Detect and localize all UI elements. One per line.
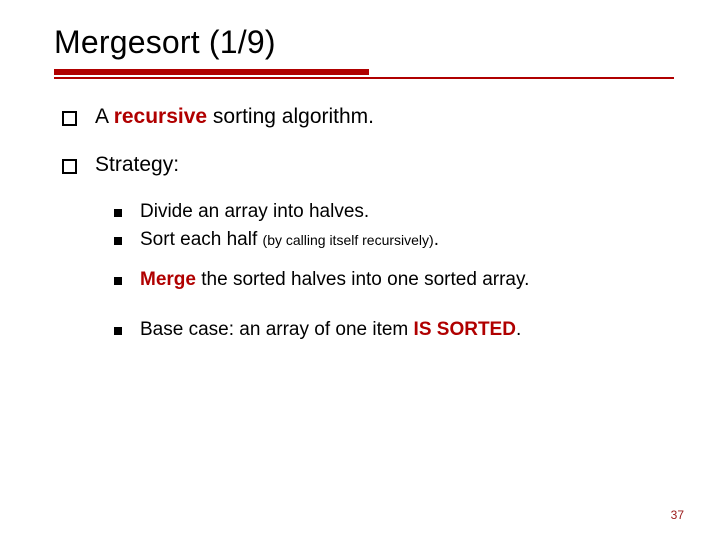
text: Base case: an array of one item bbox=[140, 319, 414, 340]
sub-bullets: Divide an array into halves. Sort each h… bbox=[114, 201, 680, 341]
square-bullet-icon bbox=[114, 277, 122, 285]
bullet-level2: Sort each half (by calling itself recurs… bbox=[114, 229, 680, 251]
bullet-level2: Merge the sorted halves into one sorted … bbox=[114, 269, 680, 291]
bullet-text: A recursive sorting algorithm. bbox=[95, 105, 374, 129]
title-rule-thick bbox=[54, 69, 369, 75]
bullet-text: Base case: an array of one item IS SORTE… bbox=[140, 319, 521, 341]
text-emphasis: IS SORTED bbox=[414, 319, 516, 340]
text: sorting algorithm. bbox=[207, 105, 374, 128]
text: . bbox=[434, 229, 439, 250]
text-emphasis: Merge bbox=[140, 269, 196, 290]
text: . bbox=[516, 319, 521, 340]
bullet-level2: Divide an array into halves. bbox=[114, 201, 680, 223]
square-bullet-icon bbox=[114, 237, 122, 245]
bullet-level2: Base case: an array of one item IS SORTE… bbox=[114, 319, 680, 341]
text-emphasis: recursive bbox=[114, 105, 207, 128]
square-bullet-icon bbox=[114, 209, 122, 217]
slide: Mergesort (1/9) A recursive sorting algo… bbox=[0, 0, 720, 540]
square-bullet-icon bbox=[114, 327, 122, 335]
text: A bbox=[95, 105, 114, 128]
bullet-text: Sort each half (by calling itself recurs… bbox=[140, 229, 439, 251]
title-rule-thin bbox=[54, 77, 674, 79]
square-open-bullet-icon bbox=[62, 111, 77, 126]
bullet-text: Merge the sorted halves into one sorted … bbox=[140, 269, 529, 291]
slide-title: Mergesort (1/9) bbox=[54, 24, 680, 61]
slide-body: A recursive sorting algorithm. Strategy:… bbox=[54, 105, 680, 341]
bullet-level1: Strategy: bbox=[62, 153, 680, 177]
page-number: 37 bbox=[671, 508, 684, 522]
text-small: (by calling itself recursively) bbox=[263, 232, 434, 248]
bullet-text: Divide an array into halves. bbox=[140, 201, 369, 223]
square-open-bullet-icon bbox=[62, 159, 77, 174]
bullet-text: Strategy: bbox=[95, 153, 179, 177]
bullet-level1: A recursive sorting algorithm. bbox=[62, 105, 680, 129]
text: Sort each half bbox=[140, 229, 263, 250]
text: the sorted halves into one sorted array. bbox=[196, 269, 529, 290]
